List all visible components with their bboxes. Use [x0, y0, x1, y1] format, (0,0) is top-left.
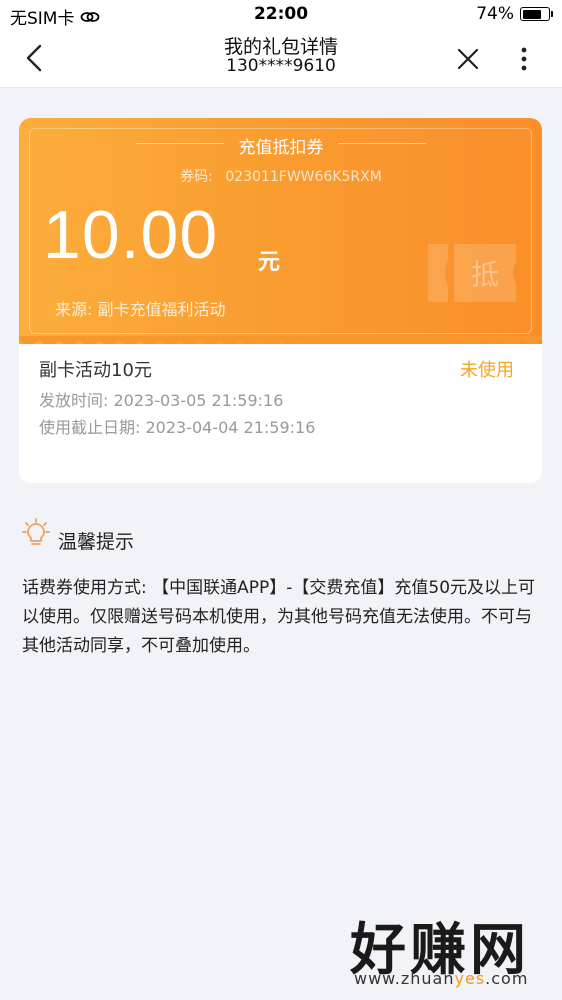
battery-fill: [522, 9, 541, 19]
watermark-logo: 好赚网 www.zhuanyes.com: [350, 905, 550, 995]
coupon-source: 来源: 副卡充值福利活动: [55, 300, 226, 319]
expire-time: 使用截止日期: 2023-04-04 21:59:16: [39, 418, 316, 437]
issue-time: 发放时间: 2023-03-05 21:59:16: [39, 391, 284, 410]
watermark-url-suffix: .com: [485, 969, 529, 988]
tips-body: 话费券使用方式: 【中国联通APP】-【交费充值】充值50元及以上可以使用。仅限…: [22, 578, 536, 656]
status-right: 74%: [476, 4, 553, 24]
deduct-stamp-icon: 抵: [428, 244, 516, 302]
coupon-amount: 10.00: [43, 197, 219, 273]
watermark-url-highlight: yes: [454, 969, 486, 988]
battery-icon: [520, 7, 553, 21]
close-icon[interactable]: [453, 44, 483, 74]
status-badge: 未使用: [460, 360, 514, 381]
coupon-code-row: 券码: 023011FWW66K5RXM: [0, 166, 562, 186]
nav-bar: 我的礼包详情 130****9610: [0, 30, 562, 88]
tips-title: 温馨提示: [58, 531, 135, 553]
lightbulb-icon: [22, 518, 50, 545]
coupon-info-card: 副卡活动10元 未使用 发放时间: 2023-03-05 21:59:16 使用…: [19, 344, 542, 483]
stamp-char: 抵: [471, 258, 499, 291]
status-bar: 无SIM卡 22:00 74%: [0, 0, 562, 30]
watermark-url-prefix: www.zhuan: [354, 969, 455, 988]
more-icon[interactable]: [512, 44, 536, 74]
battery-percent: 74%: [476, 4, 514, 24]
coupon-code: 023011FWW66K5RXM: [225, 169, 382, 185]
coupon-code-label: 券码:: [180, 169, 213, 185]
coupon-unit: 元: [258, 250, 281, 275]
coupon-name: 副卡活动10元: [39, 360, 152, 381]
watermark-url: www.zhuanyes.com: [354, 969, 528, 988]
coupon-title: 充值抵扣券: [238, 138, 324, 158]
